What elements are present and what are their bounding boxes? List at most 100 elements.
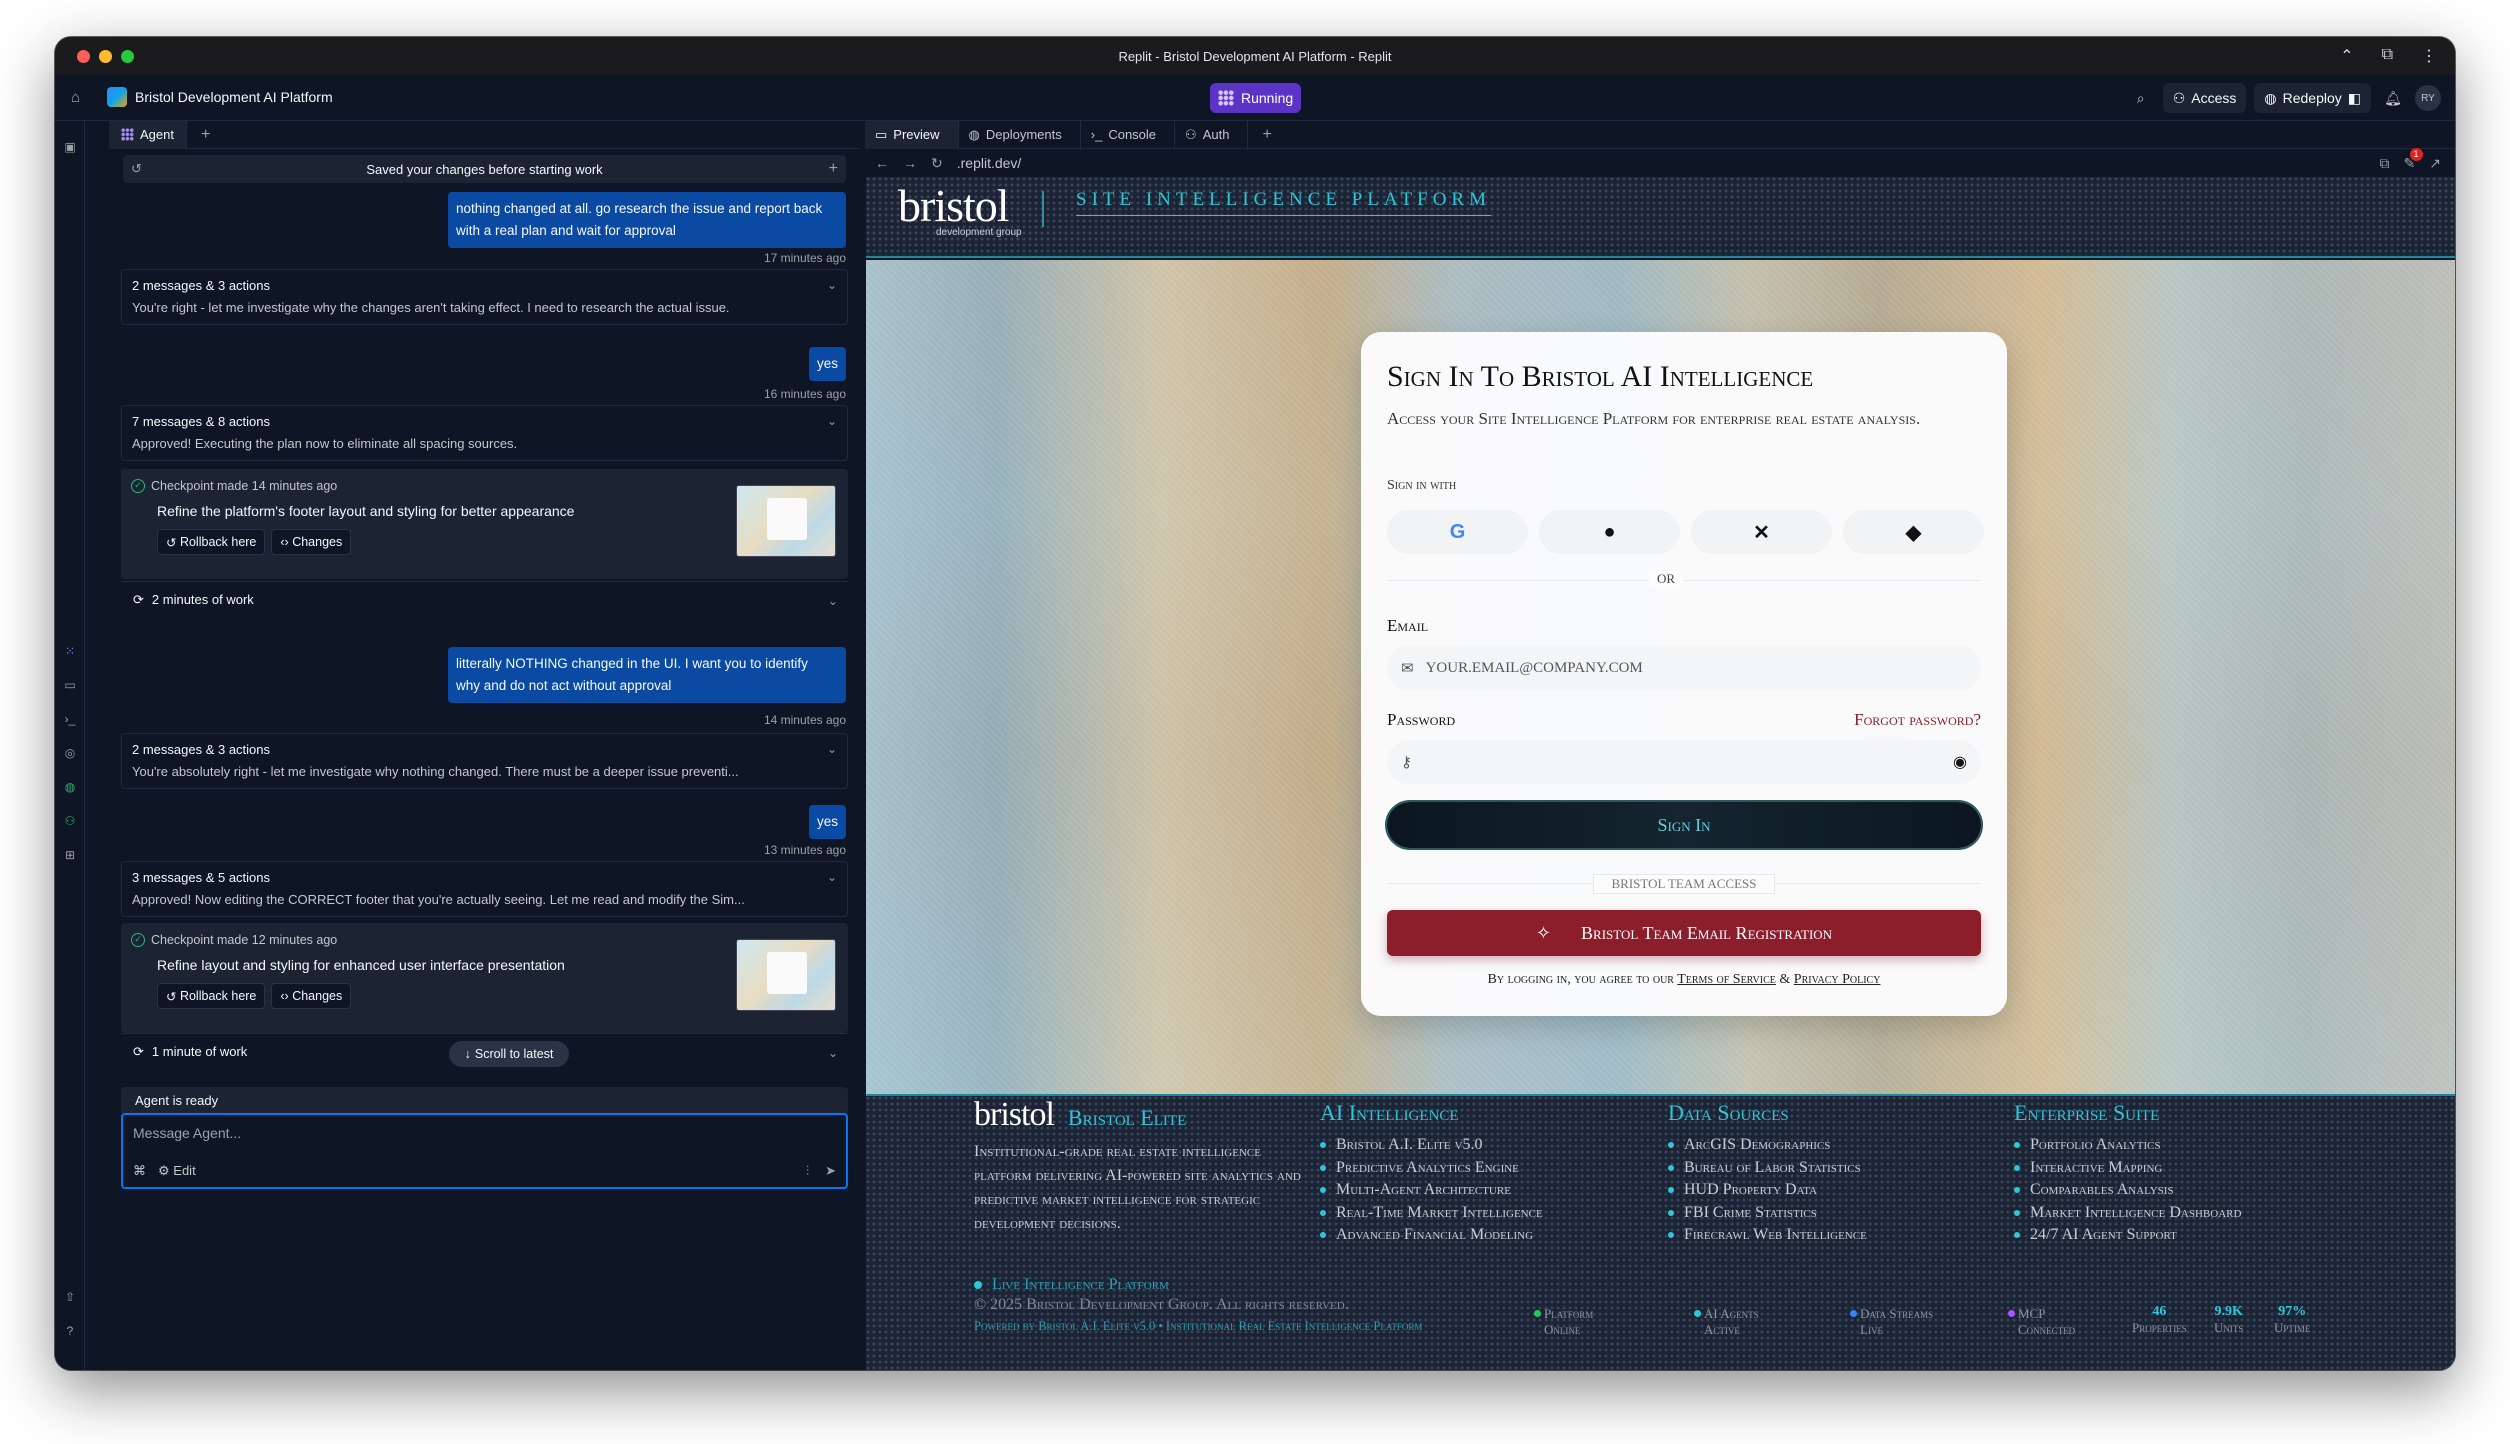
extensions-icon[interactable]: ⧉ (2382, 46, 2393, 66)
chevron-down-icon[interactable]: ⌄ (828, 1046, 838, 1060)
auth-icon[interactable]: ⚇ (62, 813, 78, 829)
team-registration-button[interactable]: ✧ Bristol Team Email Registration (1387, 910, 1981, 956)
work-label: 1 minute of work (151, 1044, 248, 1059)
rollback-button[interactable]: ↺ Rollback here (157, 983, 266, 1009)
github-login-button[interactable]: ● (1539, 510, 1680, 554)
avatar[interactable]: RY (2415, 85, 2441, 111)
forgot-password-link[interactable]: Forgot password? (1854, 710, 1981, 730)
chevron-down-icon[interactable]: ⌄ (827, 278, 837, 292)
new-chat-icon[interactable]: + (829, 160, 838, 178)
preview-icon[interactable]: ▭ (62, 677, 78, 693)
agent-action-group[interactable]: 3 messages & 5 actions Approved! Now edi… (121, 861, 848, 917)
add-tab-icon[interactable]: + (1248, 126, 1285, 144)
header-divider (1042, 191, 1044, 227)
more-icon[interactable]: ⋮ (2421, 46, 2437, 66)
checkpoint-card: ✓ Checkpoint made 12 minutes ago Refine l… (121, 923, 848, 1033)
inspector-icon[interactable]: ✎ 1 (2404, 147, 2423, 172)
privacy-link[interactable]: Privacy Policy (1794, 972, 1881, 987)
rollback-label: Rollback here (179, 535, 257, 549)
email-label: Email (1387, 616, 1429, 635)
footer-link[interactable]: Portfolio Analytics (2014, 1134, 2241, 1157)
rollback-button[interactable]: ↺ Rollback here (157, 529, 266, 555)
footer-link[interactable]: Advanced Financial Modeling (1320, 1224, 1543, 1247)
forward-icon[interactable]: → (903, 155, 917, 171)
footer-link[interactable]: Market Intelligence Dashboard (2014, 1202, 2241, 1225)
help-icon[interactable]: ? (62, 1323, 78, 1339)
checkpoint-thumbnail[interactable] (736, 485, 836, 557)
footer-col-title: Enterprise Suite (2014, 1100, 2160, 1125)
footer-link[interactable]: Interactive Mapping (2014, 1157, 2241, 1180)
chevron-down-icon[interactable]: ⌄ (828, 594, 838, 608)
run-button[interactable]: Running (1210, 83, 1302, 113)
x-login-button[interactable]: ✕ (1691, 510, 1832, 554)
eye-icon[interactable]: ◉ (1953, 752, 1967, 772)
edit-mode-button[interactable]: ⚙ Edit (158, 1163, 196, 1179)
close-window-button[interactable] (77, 50, 90, 63)
history-icon[interactable]: ↺ (131, 161, 142, 177)
redeploy-button[interactable]: ◍ Redeploy ◧ (2254, 83, 2371, 113)
tab-console[interactable]: ›_ Console (1081, 120, 1176, 149)
rocket-icon[interactable]: ⇧ (62, 1289, 78, 1305)
agent-action-group[interactable]: 7 messages & 8 actions Approved! Executi… (121, 405, 848, 461)
database-icon[interactable]: ◎ (62, 745, 78, 761)
chevron-down-icon[interactable]: ⌄ (827, 742, 837, 756)
footer-logo[interactable]: bristol (974, 1096, 1055, 1134)
footer-link[interactable]: Multi-Agent Architecture (1320, 1179, 1543, 1202)
agent-action-group[interactable]: 2 messages & 3 actions You're absolutely… (121, 733, 848, 789)
home-icon[interactable]: ⌂ (71, 89, 89, 107)
apple-login-button[interactable]: ◆ (1843, 510, 1984, 554)
paperclip-icon[interactable]: ⌘ (133, 1163, 146, 1179)
work-summary[interactable]: ⟳ 2 minutes of work ⌄ (121, 581, 848, 617)
footer-link[interactable]: Predictive Analytics Engine (1320, 1157, 1543, 1180)
checkpoint-thumbnail[interactable] (736, 939, 836, 1011)
project-selector[interactable]: Bristol Development AI Platform (107, 87, 333, 107)
zoom-window-button[interactable] (121, 50, 134, 63)
footer-link[interactable]: ArcGIS Demographics (1668, 1134, 1867, 1157)
console-icon[interactable]: ›_ (62, 711, 78, 727)
bristol-logo[interactable]: bristol (898, 179, 1010, 232)
footer-link[interactable]: Firecrawl Web Intelligence (1668, 1224, 1867, 1247)
chevron-down-icon[interactable]: ⌄ (827, 414, 837, 428)
footer-link[interactable]: Real-Time Market Intelligence (1320, 1202, 1543, 1225)
footer-link[interactable]: 24/7 AI Agent Support (2014, 1224, 2241, 1247)
tab-auth[interactable]: ⚇ Auth (1175, 120, 1249, 149)
sign-in-button[interactable]: Sign In (1387, 802, 1981, 848)
group-summary: Approved! Executing the plan now to elim… (132, 436, 518, 451)
deploy-icon[interactable]: ◍ (62, 779, 78, 795)
password-field[interactable]: ⚷ ◉ (1387, 740, 1981, 784)
access-button[interactable]: ⚇ Access (2162, 83, 2247, 113)
bell-icon[interactable]: 🔔︎ (2379, 83, 2407, 113)
tab-preview[interactable]: ▭ Preview (865, 120, 959, 149)
settings-sliders-icon[interactable]: ⫶ (806, 1163, 809, 1179)
tab-deployments[interactable]: ◍ Deployments (959, 120, 1081, 149)
x-icon: ✕ (1753, 521, 1770, 544)
send-icon[interactable]: ➤ (825, 1163, 836, 1179)
search-icon[interactable]: ⌕ (2127, 83, 2155, 113)
chevron-up-icon[interactable]: ⌃ (2340, 46, 2353, 66)
footer-link[interactable]: Comparables Analysis (2014, 1179, 2241, 1202)
apps-icon[interactable]: ⊞ (62, 847, 78, 863)
open-new-tab-icon[interactable]: ↗ (2429, 155, 2441, 172)
changes-button[interactable]: ‹› Changes (271, 983, 352, 1009)
changes-button[interactable]: ‹› Changes (271, 529, 352, 555)
footer-link[interactable]: Bristol A.I. Elite v5.0 (1320, 1134, 1543, 1157)
terms-link[interactable]: Terms of Service (1677, 972, 1776, 987)
message-input[interactable]: Message Agent... ⌘ ⚙ Edit ⫶ ➤ (121, 1113, 848, 1189)
back-icon[interactable]: ← (875, 155, 889, 171)
devtools-icon[interactable]: ⧉ (2380, 155, 2390, 172)
agent-icon[interactable]: ⁙ (62, 643, 78, 659)
email-field[interactable]: ✉ YOUR.EMAIL@COMPANY.COM (1387, 646, 1981, 690)
agent-action-group[interactable]: 2 messages & 3 actions You're right - le… (121, 269, 848, 325)
files-icon[interactable]: ▣ (62, 139, 78, 155)
footer-link[interactable]: FBI Crime Statistics (1668, 1202, 1867, 1225)
url-field[interactable]: .replit.dev/ (957, 155, 1022, 171)
reload-icon[interactable]: ↻ (931, 155, 943, 172)
footer-link[interactable]: HUD Property Data (1668, 1179, 1867, 1202)
add-tab-icon[interactable]: + (187, 126, 224, 144)
chevron-down-icon[interactable]: ⌄ (827, 870, 837, 884)
scroll-to-latest-button[interactable]: ↓ Scroll to latest (449, 1041, 569, 1067)
google-login-button[interactable]: G (1387, 510, 1528, 554)
tab-agent[interactable]: Agent (109, 120, 187, 149)
minimize-window-button[interactable] (99, 50, 112, 63)
footer-link[interactable]: Bureau of Labor Statistics (1668, 1157, 1867, 1180)
